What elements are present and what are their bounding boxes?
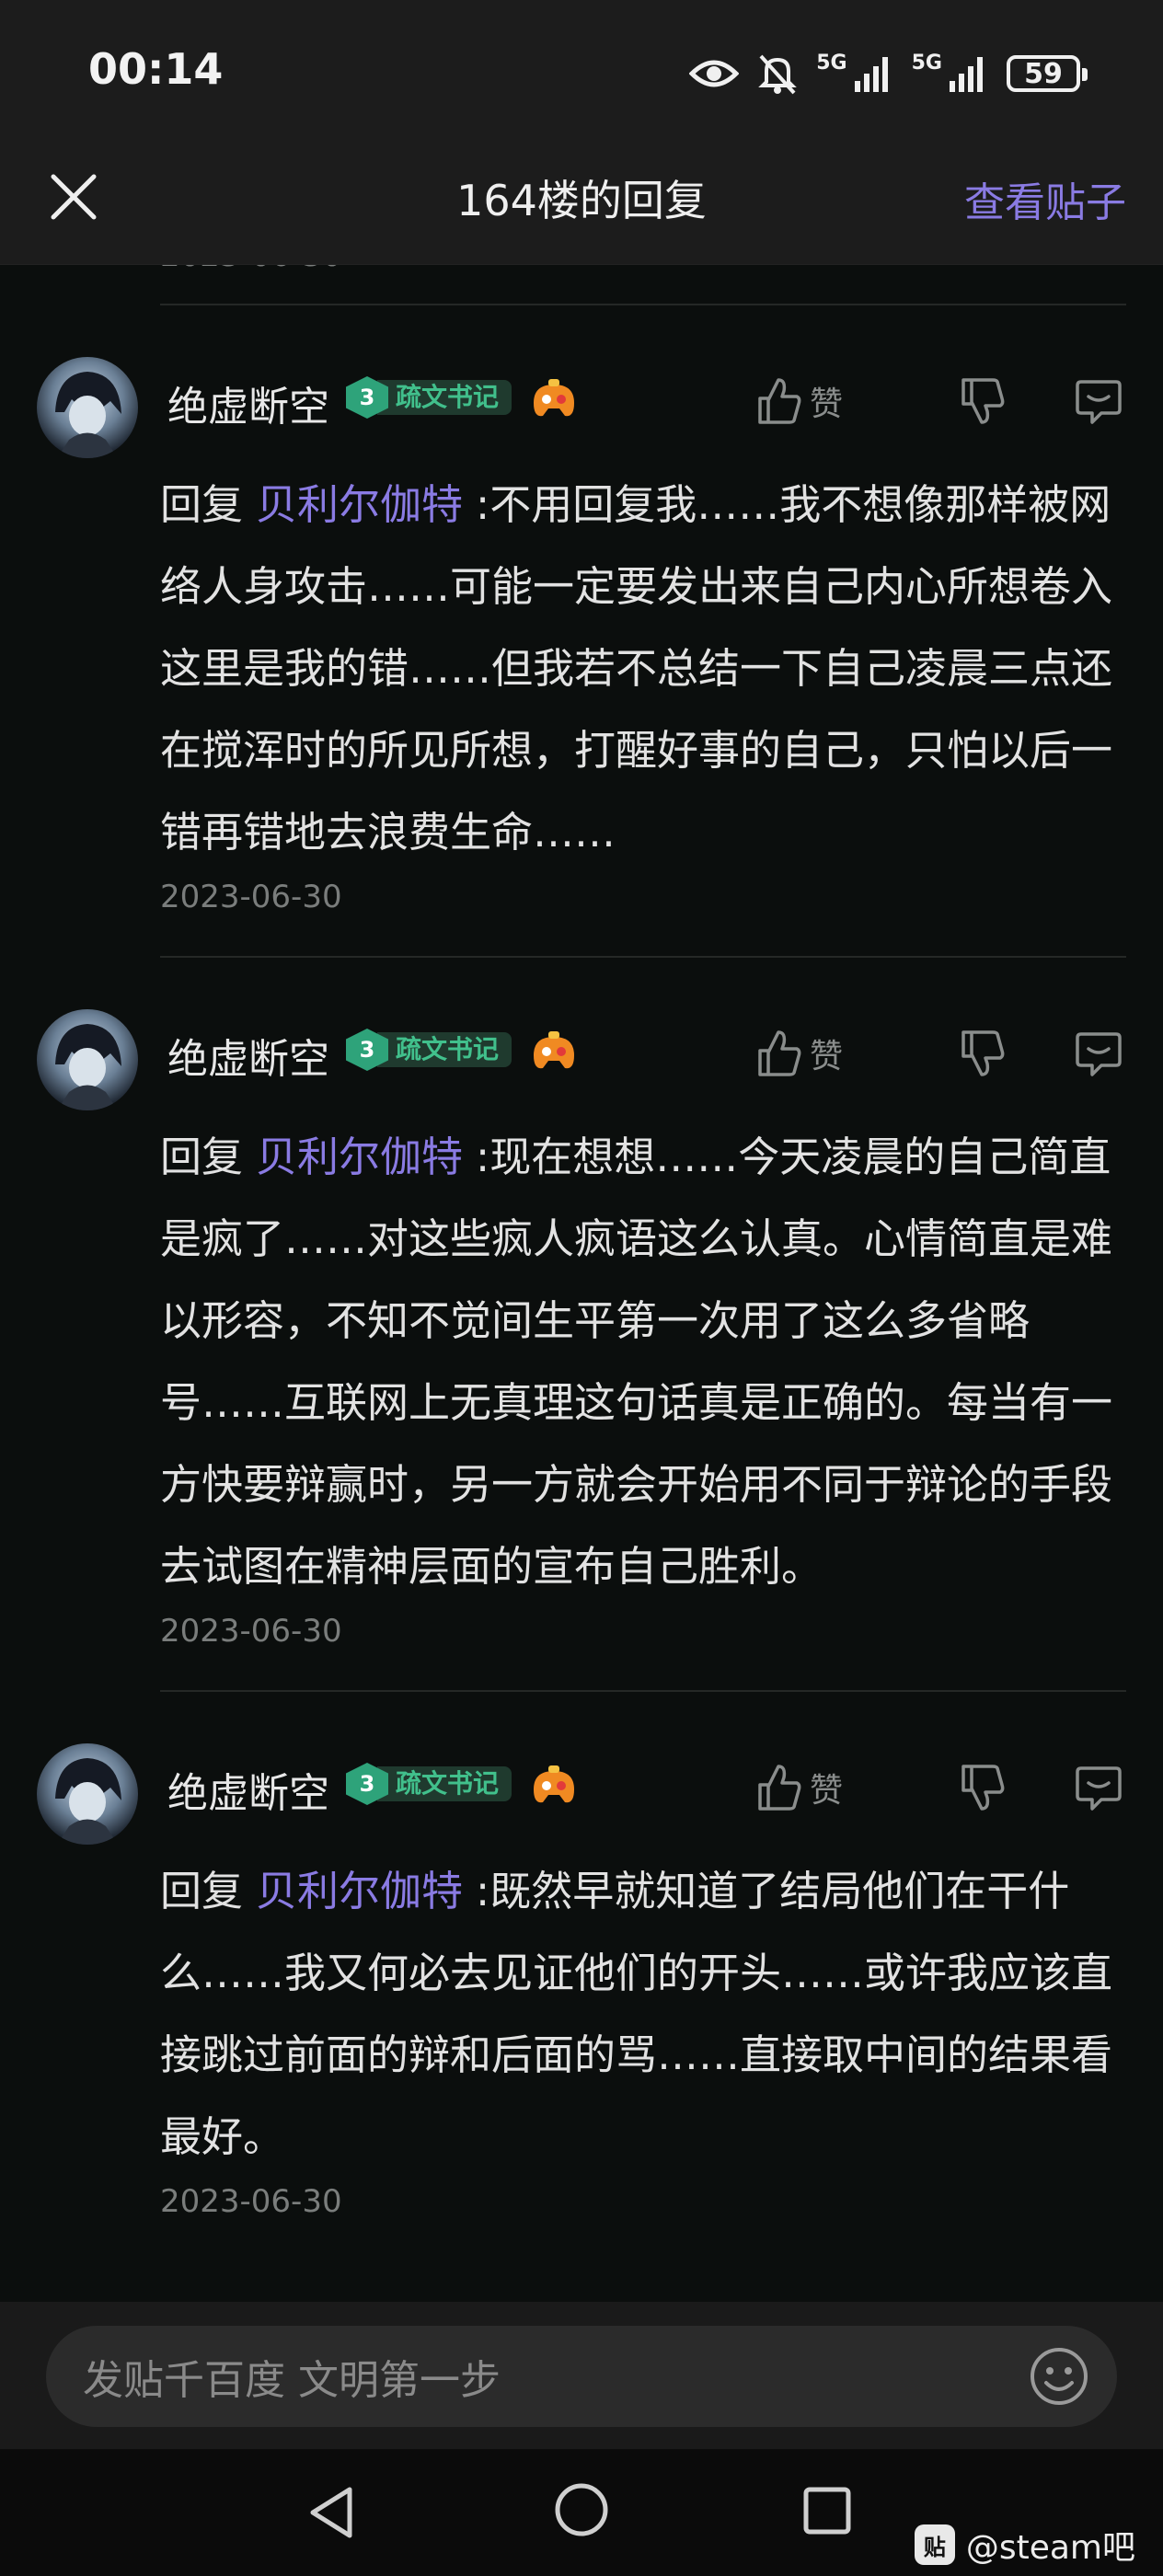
status-bar: 00:14 5G 5G 59 (0, 0, 1163, 147)
reply-button[interactable] (1071, 374, 1126, 429)
reply-button[interactable] (1071, 1026, 1126, 1081)
tieba-logo-icon: 贴 (914, 2524, 955, 2565)
username[interactable]: 绝虚断空 (167, 1026, 329, 1085)
battery-indicator: 59 (1007, 55, 1088, 92)
watermark-text: @steam吧 (965, 2529, 1135, 2567)
bell-muted-icon (758, 54, 798, 95)
eye-icon (689, 60, 740, 87)
divider (160, 1690, 1126, 1692)
comment-icon (1076, 1032, 1122, 1076)
thumbs-up-icon (758, 1765, 801, 1811)
reply-to-user[interactable]: 贝利尔伽特 (256, 480, 463, 529)
dislike-button[interactable] (955, 374, 1010, 429)
divider (160, 956, 1126, 958)
signal-icon (854, 57, 888, 92)
status-icons: 5G 5G 59 (689, 46, 1088, 101)
watermark: 贴 @steam吧 (914, 2521, 1135, 2569)
comment-item: 绝虚断空 3 疏文书记 赞 (0, 346, 1163, 915)
thumbs-down-icon (961, 378, 1005, 424)
level-badge: 3 疏文书记 (346, 1763, 512, 1805)
comment-text: :现在想想……今天凌晨的自己简直是疯了……对这些疯人疯语这么认真。心情简直是难以… (160, 1133, 1113, 1591)
previous-comment-date: 2023-06-30 (0, 265, 1163, 274)
like-label: 赞 (810, 385, 844, 423)
comment-icon (1076, 1766, 1122, 1811)
top-bar: 164楼的回复 查看贴子 (0, 147, 1163, 265)
level-title: 疏文书记 (377, 380, 512, 415)
thumbs-down-icon (961, 1030, 1005, 1076)
game-badge-icon (534, 1031, 574, 1069)
comment-date: 2023-06-30 (160, 879, 342, 915)
comment-text: :不用回复我……我不想像那样被网络人身攻击……可能一定要发出来自己内心所想卷入这… (160, 480, 1113, 857)
game-badge-icon (534, 1765, 574, 1803)
home-icon[interactable] (554, 2482, 609, 2537)
back-icon[interactable] (304, 2484, 361, 2541)
clock: 00:14 (88, 44, 224, 94)
system-nav-bar: 贴 @steam吧 (0, 2449, 1163, 2576)
like-button[interactable]: 赞 (756, 1029, 894, 1078)
divider (160, 304, 1126, 305)
username[interactable]: 绝虚断空 (167, 1760, 329, 1819)
thumbs-up-icon (758, 378, 801, 424)
like-label: 赞 (810, 1772, 844, 1810)
reply-prefix: 回复 (160, 1867, 244, 1915)
comment-date: 2023-06-30 (160, 1613, 342, 1650)
username[interactable]: 绝虚断空 (167, 374, 329, 432)
reply-prefix: 回复 (160, 1133, 244, 1181)
view-post-link[interactable]: 查看贴子 (964, 169, 1126, 228)
compose-bar: 发贴千百度 文明第一步 (0, 2302, 1163, 2449)
reply-to-user[interactable]: 贝利尔伽特 (256, 1133, 463, 1181)
like-label: 赞 (810, 1038, 844, 1075)
game-badge-icon (534, 379, 574, 417)
avatar[interactable] (37, 1009, 138, 1110)
reply-prefix: 回复 (160, 480, 244, 529)
like-button[interactable]: 赞 (756, 1763, 894, 1812)
thumbs-up-icon (758, 1030, 801, 1076)
reply-input-placeholder: 发贴千百度 文明第一步 (83, 2357, 501, 2404)
recents-icon[interactable] (802, 2486, 852, 2536)
reply-list[interactable]: 2023-06-30 绝虚断空 3 疏文书记 (0, 265, 1163, 2302)
dislike-button[interactable] (955, 1026, 1010, 1081)
comment-body: 回复 贝利尔伽特:不用回复我……我不想像那样被网络人身攻击……可能一定要发出来自己… (0, 464, 1163, 873)
like-button[interactable]: 赞 (756, 376, 894, 426)
level-badge: 3 疏文书记 (346, 376, 512, 419)
avatar[interactable] (37, 357, 138, 458)
signal1-label: 5G (816, 52, 847, 75)
reply-to-user[interactable]: 贝利尔伽特 (256, 1867, 463, 1915)
comment-icon (1076, 380, 1122, 424)
signal-icon (950, 57, 983, 92)
thumbs-down-icon (961, 1765, 1005, 1811)
comment-date: 2023-06-30 (160, 2183, 342, 2220)
reply-button[interactable] (1071, 1760, 1126, 1815)
comment-body: 回复 贝利尔伽特:既然早就知道了结局他们在干什么……我又何必去见证他们的开头……或… (0, 1850, 1163, 2178)
comment-item: 绝虚断空 3 疏文书记 赞 (0, 998, 1163, 1650)
emoji-icon[interactable] (1029, 2346, 1089, 2407)
level-title: 疏文书记 (377, 1766, 512, 1801)
signal2-label: 5G (911, 52, 942, 75)
avatar[interactable] (37, 1743, 138, 1845)
dislike-button[interactable] (955, 1760, 1010, 1815)
level-badge: 3 疏文书记 (346, 1029, 512, 1071)
level-title: 疏文书记 (377, 1032, 512, 1067)
comment-item: 绝虚断空 3 疏文书记 赞 (0, 1732, 1163, 2220)
comment-body: 回复 贝利尔伽特:现在想想……今天凌晨的自己简直是疯了……对这些疯人疯语这么认真。… (0, 1116, 1163, 1607)
reply-input[interactable]: 发贴千百度 文明第一步 (46, 2326, 1117, 2427)
